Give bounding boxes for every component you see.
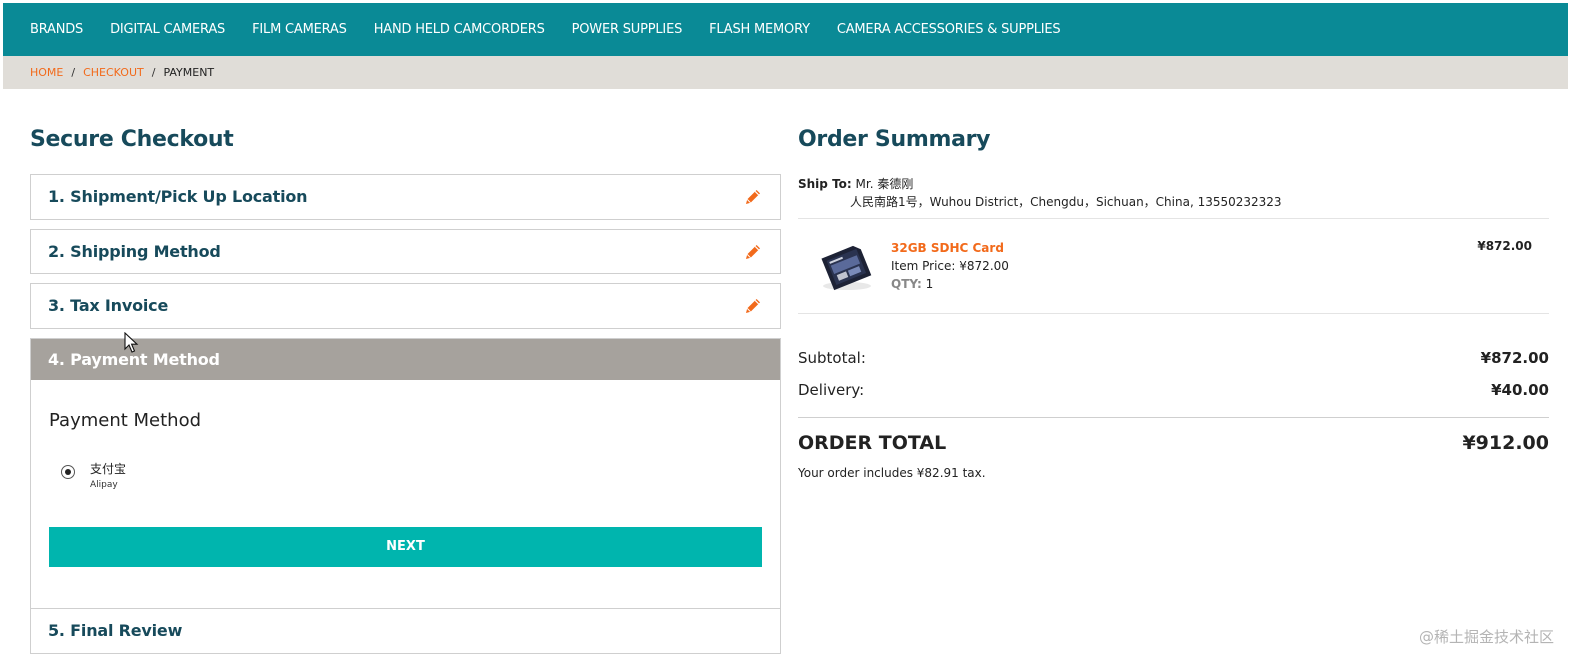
subtotal-label: Subtotal: (798, 349, 866, 367)
breadcrumb-current: PAYMENT (163, 66, 215, 79)
step-payment-method: 4. Payment Method Payment Method 支付宝 Ali… (30, 338, 781, 610)
nav-hand-held-camcorders[interactable]: HAND HELD CAMCORDERS (374, 22, 545, 37)
ship-to: Ship To: Mr. 秦德刚 人民南路1号，Wuhou District，C… (798, 175, 1282, 211)
breadcrumb: HOME / CHECKOUT / PAYMENT (3, 56, 1568, 89)
payment-option-subname: Alipay (90, 480, 118, 490)
top-navigation: BRANDS DIGITAL CAMERAS FILM CAMERAS HAND… (3, 3, 1568, 56)
radio-selected[interactable] (61, 465, 75, 479)
step-shipping-method[interactable]: 2. Shipping Method (30, 229, 781, 274)
step-title: 3. Tax Invoice (48, 296, 169, 315)
order-summary-title: Order Summary (798, 127, 991, 152)
breadcrumb-separator: / (151, 66, 156, 79)
line-total: ¥872.00 (1477, 239, 1532, 253)
item-price-label: Item Price: (891, 259, 956, 273)
watermark: @稀土掘金技术社区 (1418, 628, 1554, 646)
step-final-review[interactable]: 5. Final Review (30, 608, 781, 654)
step-title: 2. Shipping Method (48, 242, 221, 261)
nav-brands[interactable]: BRANDS (30, 22, 83, 37)
nav-camera-accessories[interactable]: CAMERA ACCESSORIES & SUPPLIES (837, 22, 1061, 37)
divider (798, 417, 1549, 418)
quantity-value: 1 (925, 277, 934, 291)
breadcrumb-home[interactable]: HOME (30, 66, 63, 79)
ship-to-address: 人民南路1号，Wuhou District，Chengdu，Sichuan，Ch… (850, 195, 1282, 209)
nav-flash-memory[interactable]: FLASH MEMORY (709, 22, 810, 37)
cart-item: 32GB SDHC Card Item Price: ¥872.00 QTY: … (891, 239, 1009, 293)
divider (798, 218, 1549, 219)
ship-to-label: Ship To: (798, 177, 852, 191)
step-tax-invoice[interactable]: 3. Tax Invoice (30, 283, 781, 329)
item-price-row: Item Price: ¥872.00 (891, 257, 1009, 275)
step-header-active[interactable]: 4. Payment Method (31, 339, 780, 380)
payment-option-alipay[interactable]: 支付宝 Alipay (61, 460, 126, 490)
sd-card-image (821, 245, 872, 291)
payment-option-label: 支付宝 Alipay (90, 460, 126, 490)
tax-note: Your order includes ¥82.91 tax. (798, 466, 986, 480)
breadcrumb-checkout[interactable]: CHECKOUT (83, 66, 144, 79)
step-title: 1. Shipment/Pick Up Location (48, 187, 308, 206)
breadcrumb-separator: / (71, 66, 76, 79)
pencil-icon[interactable] (743, 187, 763, 207)
page-title: Secure Checkout (30, 127, 234, 152)
pencil-icon[interactable] (743, 296, 763, 316)
delivery-row: Delivery: ¥40.00 (798, 381, 1549, 399)
payment-method-heading: Payment Method (49, 410, 202, 431)
order-total-label: ORDER TOTAL (798, 432, 947, 454)
step-shipment-location[interactable]: 1. Shipment/Pick Up Location (30, 174, 781, 220)
payment-option-name: 支付宝 (90, 462, 127, 476)
nav-film-cameras[interactable]: FILM CAMERAS (252, 22, 347, 37)
page: BRANDS DIGITAL CAMERAS FILM CAMERAS HAND… (3, 3, 1568, 657)
mouse-cursor-icon (124, 332, 139, 353)
order-total-value: ¥912.00 (1462, 432, 1549, 454)
subtotal-row: Subtotal: ¥872.00 (798, 349, 1549, 367)
nav-power-supplies[interactable]: POWER SUPPLIES (572, 22, 683, 37)
quantity-row: QTY: 1 (891, 275, 1009, 293)
nav-digital-cameras[interactable]: DIGITAL CAMERAS (110, 22, 225, 37)
next-button[interactable]: NEXT (49, 527, 762, 567)
ship-to-name: Mr. 秦德刚 (855, 177, 914, 191)
delivery-label: Delivery: (798, 381, 865, 399)
delivery-value: ¥40.00 (1491, 381, 1549, 399)
quantity-label: QTY: (891, 277, 922, 291)
order-total-row: ORDER TOTAL ¥912.00 (798, 432, 1549, 454)
product-name[interactable]: 32GB SDHC Card (891, 239, 1009, 257)
pencil-icon[interactable] (743, 242, 763, 262)
item-price-value: ¥872.00 (959, 259, 1009, 273)
subtotal-value: ¥872.00 (1480, 349, 1549, 367)
divider (798, 313, 1549, 314)
step-title: 5. Final Review (48, 621, 183, 640)
